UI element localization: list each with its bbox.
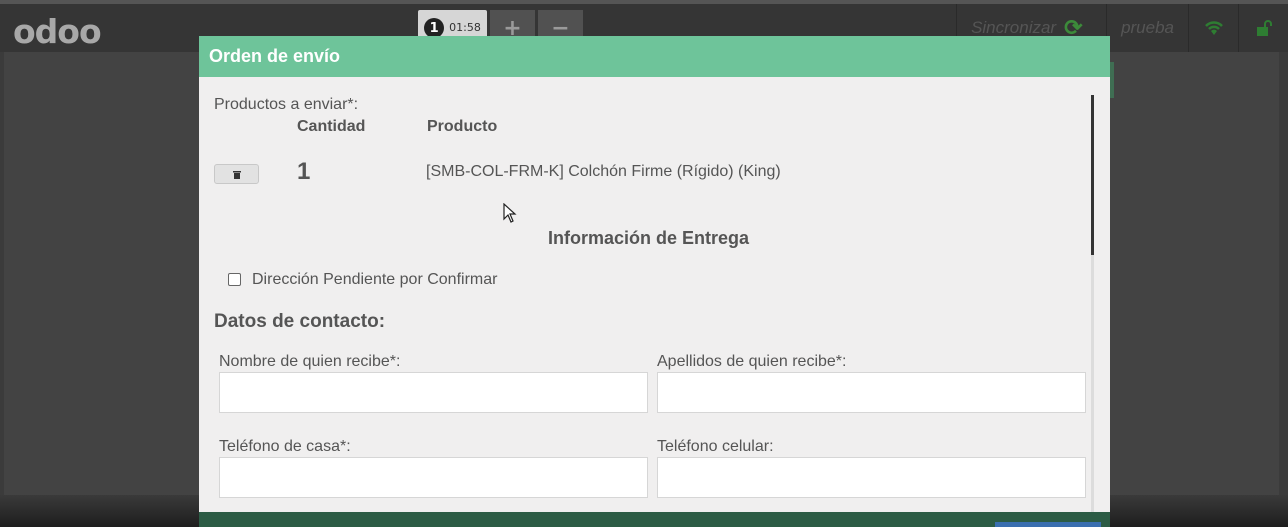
delete-product-button[interactable] (214, 164, 259, 184)
mobile-phone-input[interactable] (657, 457, 1086, 498)
order-time: 01:58 (449, 21, 481, 34)
wifi-icon (1188, 4, 1238, 52)
column-header-product: Producto (427, 118, 498, 135)
pending-address-label: Dirección Pendiente por Confirmar (252, 271, 498, 288)
modal-footer (199, 512, 1110, 527)
unlock-icon[interactable] (1238, 4, 1288, 52)
odoo-logo: odoo (13, 12, 102, 51)
wifi-svg (1204, 21, 1223, 35)
scrollbar-track[interactable] (1091, 255, 1094, 527)
sync-label: Sincronizar (971, 18, 1057, 37)
delivery-info-title: Información de Entrega (548, 228, 750, 248)
pending-address-checkbox[interactable] (228, 273, 241, 286)
first-name-input[interactable] (219, 372, 648, 413)
trash-icon (232, 170, 241, 179)
products-label: Productos a enviar*: (214, 96, 359, 113)
home-phone-input[interactable] (219, 457, 648, 498)
product-name: [SMB-COL-FRM-K] Colchón Firme (Rígido) (… (426, 163, 781, 180)
last-name-label: Apellidos de quien recibe*: (657, 353, 847, 370)
lock-svg (1256, 20, 1272, 36)
home-phone-label: Teléfono de casa*: (219, 438, 351, 455)
first-name-label: Nombre de quien recibe*: (219, 353, 401, 370)
modal-title: Orden de envío (199, 36, 1110, 77)
mouse-cursor-icon (503, 203, 517, 223)
contact-data-title: Datos de contacto: (214, 311, 386, 332)
order-number-badge: 1 (424, 18, 445, 38)
modal-body: Productos a enviar*: Cantidad Producto 1… (199, 77, 1110, 527)
product-quantity: 1 (297, 158, 311, 185)
last-name-input[interactable] (657, 372, 1086, 413)
mobile-phone-label: Teléfono celular: (657, 438, 774, 455)
footer-primary-button[interactable] (995, 522, 1101, 527)
scrollbar-thumb[interactable] (1091, 95, 1094, 255)
user-name[interactable]: prueba (1106, 4, 1188, 52)
column-header-quantity: Cantidad (297, 118, 366, 135)
shipping-order-modal: Orden de envío Productos a enviar*: Cant… (199, 36, 1110, 527)
